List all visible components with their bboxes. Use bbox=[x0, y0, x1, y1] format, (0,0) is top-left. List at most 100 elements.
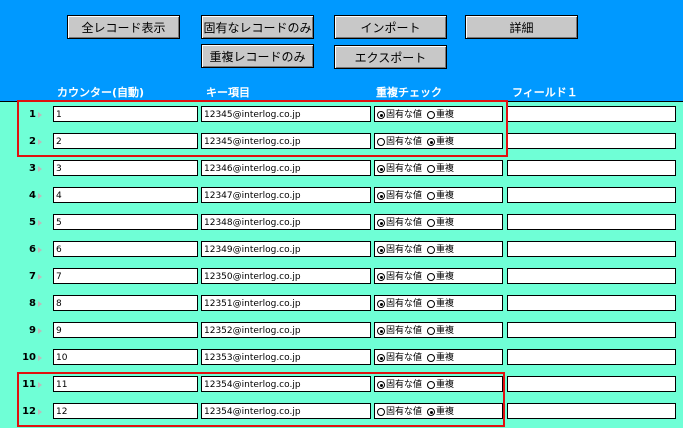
counter-field[interactable]: 11 bbox=[53, 376, 198, 392]
unique-radio[interactable] bbox=[377, 354, 385, 362]
key-field[interactable]: 12347@interlog.co.jp bbox=[201, 187, 371, 203]
duplicate-radio[interactable] bbox=[427, 381, 436, 389]
toolbar-header: 全レコード表示 固有なレコードのみ 重複レコードのみ インポート エクスポート … bbox=[0, 0, 683, 102]
record-selector-arrow-icon[interactable] bbox=[38, 220, 42, 226]
record-selector-arrow-icon[interactable] bbox=[38, 193, 42, 199]
counter-field[interactable]: 9 bbox=[53, 322, 198, 338]
field1-input[interactable] bbox=[507, 133, 676, 149]
counter-field[interactable]: 10 bbox=[53, 349, 198, 365]
unique-radio[interactable] bbox=[377, 300, 385, 308]
duplicate-check-field: 固有な値 重複 bbox=[374, 106, 503, 122]
duplicate-radio[interactable] bbox=[427, 111, 436, 119]
duplicate-radio[interactable] bbox=[427, 138, 436, 146]
field1-input[interactable] bbox=[507, 160, 676, 176]
counter-field[interactable]: 3 bbox=[53, 160, 198, 176]
key-field[interactable]: 12345@interlog.co.jp bbox=[201, 133, 371, 149]
counter-field[interactable]: 2 bbox=[53, 133, 198, 149]
duplicate-radio[interactable] bbox=[427, 327, 436, 335]
unique-radio-label: 固有な値 bbox=[386, 137, 423, 147]
show-all-records-button[interactable]: 全レコード表示 bbox=[67, 15, 180, 39]
record-row: 5 5 12348@interlog.co.jp 固有な値 重複 bbox=[0, 210, 683, 237]
field1-input[interactable] bbox=[507, 403, 676, 419]
details-button[interactable]: 詳細 bbox=[465, 15, 578, 39]
unique-radio[interactable] bbox=[377, 273, 385, 281]
record-selector-arrow-icon[interactable] bbox=[38, 166, 42, 172]
unique-radio[interactable] bbox=[377, 246, 385, 254]
counter-field[interactable]: 6 bbox=[53, 241, 198, 257]
key-field[interactable]: 12349@interlog.co.jp bbox=[201, 241, 371, 257]
duplicate-radio[interactable] bbox=[427, 246, 436, 254]
field1-input[interactable] bbox=[507, 106, 676, 122]
duplicate-radio[interactable] bbox=[427, 219, 436, 227]
counter-field[interactable]: 8 bbox=[53, 295, 198, 311]
import-button[interactable]: インポート bbox=[334, 15, 447, 39]
record-selector-arrow-icon[interactable] bbox=[38, 409, 42, 415]
unique-radio[interactable] bbox=[377, 111, 385, 119]
record-selector-arrow-icon[interactable] bbox=[38, 112, 42, 118]
record-selector-arrow-icon[interactable] bbox=[38, 139, 42, 145]
key-field[interactable]: 12348@interlog.co.jp bbox=[201, 214, 371, 230]
record-selector-arrow-icon[interactable] bbox=[38, 247, 42, 253]
field1-input[interactable] bbox=[507, 241, 676, 257]
unique-radio[interactable] bbox=[377, 219, 385, 227]
counter-field[interactable]: 1 bbox=[53, 106, 198, 122]
record-selector-arrow-icon[interactable] bbox=[38, 301, 42, 307]
key-field[interactable]: 12352@interlog.co.jp bbox=[201, 322, 371, 338]
key-field[interactable]: 12354@interlog.co.jp bbox=[201, 403, 371, 419]
key-field[interactable]: 12345@interlog.co.jp bbox=[201, 106, 371, 122]
field1-input[interactable] bbox=[507, 376, 676, 392]
unique-radio[interactable] bbox=[377, 408, 385, 416]
field1-input[interactable] bbox=[507, 295, 676, 311]
key-field[interactable]: 12354@interlog.co.jp bbox=[201, 376, 371, 392]
counter-field[interactable]: 12 bbox=[53, 403, 198, 419]
record-selector-arrow-icon[interactable] bbox=[38, 274, 42, 280]
key-field[interactable]: 12350@interlog.co.jp bbox=[201, 268, 371, 284]
duplicate-radio-label: 重複 bbox=[436, 353, 455, 363]
field1-input[interactable] bbox=[507, 214, 676, 230]
duplicate-check-field: 固有な値 重複 bbox=[374, 187, 503, 203]
unique-radio[interactable] bbox=[377, 192, 385, 200]
counter-field[interactable]: 4 bbox=[53, 187, 198, 203]
duplicate-radio[interactable] bbox=[427, 165, 436, 173]
unique-radio[interactable] bbox=[377, 381, 385, 389]
column-header-counter: カウンター(自動) bbox=[57, 86, 145, 99]
record-number: 3 bbox=[29, 163, 36, 174]
show-duplicate-records-button[interactable]: 重複レコードのみ bbox=[201, 44, 314, 68]
record-row: 11 11 12354@interlog.co.jp 固有な値 重複 bbox=[0, 372, 683, 399]
field1-input[interactable] bbox=[507, 268, 676, 284]
column-header-field1: フィールド１ bbox=[512, 86, 578, 99]
record-row: 12 12 12354@interlog.co.jp 固有な値 重複 bbox=[0, 399, 683, 426]
duplicate-check-field: 固有な値 重複 bbox=[374, 133, 503, 149]
field1-input[interactable] bbox=[507, 349, 676, 365]
export-button[interactable]: エクスポート bbox=[334, 45, 447, 69]
key-field[interactable]: 12346@interlog.co.jp bbox=[201, 160, 371, 176]
show-unique-records-button[interactable]: 固有なレコードのみ bbox=[201, 15, 314, 39]
unique-radio-label: 固有な値 bbox=[386, 299, 423, 309]
duplicate-radio[interactable] bbox=[427, 408, 436, 416]
duplicate-radio[interactable] bbox=[427, 273, 436, 281]
record-selector-arrow-icon[interactable] bbox=[38, 382, 42, 388]
duplicate-check-field: 固有な値 重複 bbox=[374, 241, 503, 257]
field1-input[interactable] bbox=[507, 187, 676, 203]
record-row: 2 2 12345@interlog.co.jp 固有な値 重複 bbox=[0, 129, 683, 156]
duplicate-radio[interactable] bbox=[427, 354, 436, 362]
unique-radio[interactable] bbox=[377, 327, 385, 335]
record-selector-arrow-icon[interactable] bbox=[38, 328, 42, 334]
key-field[interactable]: 12353@interlog.co.jp bbox=[201, 349, 371, 365]
duplicate-radio[interactable] bbox=[427, 300, 436, 308]
record-selector-arrow-icon[interactable] bbox=[38, 355, 42, 361]
unique-radio[interactable] bbox=[377, 165, 385, 173]
counter-field[interactable]: 7 bbox=[53, 268, 198, 284]
counter-field[interactable]: 5 bbox=[53, 214, 198, 230]
key-field[interactable]: 12351@interlog.co.jp bbox=[201, 295, 371, 311]
unique-radio-label: 固有な値 bbox=[386, 380, 423, 390]
duplicate-check-field: 固有な値 重複 bbox=[374, 349, 503, 365]
record-row: 8 8 12351@interlog.co.jp 固有な値 重複 bbox=[0, 291, 683, 318]
duplicate-radio[interactable] bbox=[427, 192, 436, 200]
duplicate-radio-label: 重複 bbox=[436, 110, 455, 120]
record-row: 10 10 12353@interlog.co.jp 固有な値 重複 bbox=[0, 345, 683, 372]
unique-radio[interactable] bbox=[377, 138, 385, 146]
duplicate-radio-label: 重複 bbox=[436, 137, 455, 147]
field1-input[interactable] bbox=[507, 322, 676, 338]
duplicate-radio-label: 重複 bbox=[436, 407, 455, 417]
